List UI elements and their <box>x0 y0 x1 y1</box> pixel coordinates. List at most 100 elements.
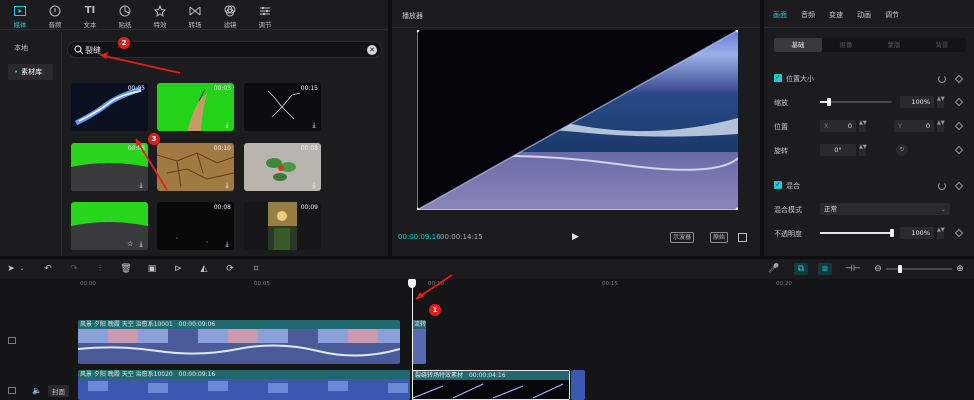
keyframe-icon[interactable] <box>954 228 964 238</box>
y-field[interactable]: Y 0 <box>894 120 934 132</box>
tab-effects[interactable]: 特效 <box>145 0 175 29</box>
tab-adjust-props[interactable]: 调节 <box>880 0 904 27</box>
x-spinner[interactable]: ▲▼ <box>859 120 867 132</box>
subtab-background[interactable]: 背景 <box>918 38 966 52</box>
playhead[interactable] <box>412 279 413 400</box>
rotate-spinner[interactable]: ▲▼ <box>859 144 867 156</box>
time-ruler[interactable]: 00:00 00:05 00:10 00:15 00:20 <box>74 279 974 291</box>
video-clip[interactable] <box>571 370 585 400</box>
crack-transition-clip[interactable]: 裂缝转场特效素材 00:00:04:16 <box>412 370 570 400</box>
blend-checkbox[interactable]: ✓ <box>774 181 782 189</box>
material-thumb[interactable]: 00:05 <box>71 83 148 131</box>
keyframe-icon[interactable] <box>954 181 964 191</box>
freeze-icon[interactable]: ▣ <box>146 263 158 275</box>
main-track-magnet-icon[interactable]: ⧉ <box>794 263 808 275</box>
main-video-clip[interactable]: 风景 夕阳 晚霞 天空 治愈系10020 00:00:09:16 <box>78 370 410 400</box>
scale-slider[interactable] <box>820 98 892 106</box>
opacity-value[interactable]: 100% <box>900 227 934 239</box>
material-thumb[interactable]: 00:08 ⤓ <box>71 143 148 191</box>
material-thumb[interactable]: 00:08 ⤓ <box>157 202 234 250</box>
download-icon[interactable]: ⤓ <box>310 121 318 129</box>
speaker-icon[interactable]: 🔈 <box>32 386 42 395</box>
auto-snap-icon[interactable]: ⧈ <box>818 263 832 275</box>
position-size-checkbox[interactable]: ✓ <box>774 74 782 82</box>
playhead-handle[interactable] <box>408 279 416 288</box>
material-thumb[interactable]: ☆ ⤓ <box>71 202 148 250</box>
reset-icon[interactable] <box>938 182 946 190</box>
redo-icon[interactable]: ↷ <box>68 263 80 275</box>
tab-adjust[interactable]: 调节 <box>250 0 280 29</box>
undo-icon[interactable]: ↶ <box>42 263 54 275</box>
tab-speed[interactable]: 变速 <box>824 0 848 27</box>
microphone-icon[interactable]: 🎤 <box>768 263 780 275</box>
scope-button[interactable]: 示波器 <box>670 232 695 243</box>
zoom-in-icon[interactable]: ⊕ <box>954 263 966 275</box>
download-icon[interactable]: ⤓ <box>310 181 318 189</box>
clear-search-icon[interactable]: ✕ <box>367 45 377 55</box>
link-icon[interactable]: ⊣⊢ <box>845 263 861 275</box>
play-icon[interactable]: ▶ <box>572 232 582 242</box>
scale-value[interactable]: 100% <box>900 96 934 108</box>
rotate-dial-icon[interactable]: ↻ <box>896 144 908 156</box>
fullscreen-icon[interactable] <box>738 233 747 242</box>
reverse-icon[interactable]: ⊳ <box>172 263 184 275</box>
y-spinner[interactable]: ▲▼ <box>937 120 945 132</box>
sidebar-item-library[interactable]: 素材库 <box>8 64 53 80</box>
download-icon[interactable]: ⤓ <box>223 181 231 189</box>
rotate-icon[interactable]: ⟳ <box>224 263 236 275</box>
subtab-keying[interactable]: 抠像 <box>822 38 870 52</box>
keyframe-icon[interactable] <box>954 121 964 131</box>
material-thumb[interactable]: 00:08 ⤓ <box>244 143 321 191</box>
x-field[interactable]: X 0 <box>820 120 856 132</box>
split-icon[interactable]: ⫶ <box>94 263 106 275</box>
blend-mode-select[interactable]: 正常 ⌄ <box>820 203 950 215</box>
zoom-out-icon[interactable]: ⊖ <box>872 263 884 275</box>
material-thumb[interactable]: 00:09 <box>244 202 321 250</box>
delete-icon[interactable]: 🗑 <box>120 263 132 275</box>
subtab-mask[interactable]: 蒙版 <box>870 38 918 52</box>
download-icon[interactable]: ⤓ <box>223 240 231 248</box>
keyframe-icon[interactable] <box>954 74 964 84</box>
tab-transition[interactable]: 转场 <box>180 0 210 29</box>
scale-spinner[interactable]: ▲▼ <box>937 96 945 108</box>
download-icon[interactable]: ⤓ <box>223 121 231 129</box>
crop-icon[interactable]: ⌗ <box>250 263 262 275</box>
opacity-slider-knob[interactable] <box>890 229 894 237</box>
tab-sticker[interactable]: 贴纸 <box>110 0 140 29</box>
clip-title: 流转 <box>414 321 426 328</box>
keyframe-icon[interactable] <box>954 145 964 155</box>
material-thumb[interactable]: 00:15 ⤓ <box>244 83 321 131</box>
tab-audio[interactable]: 音频 <box>40 0 70 29</box>
zoom-slider-knob[interactable] <box>898 265 902 273</box>
tab-audio-props[interactable]: 音频 <box>796 0 820 27</box>
cover-button[interactable]: 封面 <box>48 385 69 397</box>
search-bar[interactable]: 裂缝 ✕ <box>67 41 382 58</box>
keyframe-icon[interactable] <box>954 97 964 107</box>
opacity-spinner[interactable]: ▲▼ <box>937 227 945 239</box>
material-thumb[interactable]: 00:03 ⤓ <box>157 83 234 131</box>
rotate-value[interactable]: 0° <box>820 144 856 156</box>
search-input[interactable]: 裂缝 <box>85 45 101 56</box>
transition-clip[interactable]: 流转 <box>412 320 426 364</box>
favorite-star-icon[interactable]: ☆ <box>127 240 135 248</box>
annotation-badge: 3 <box>148 133 160 145</box>
tab-picture[interactable]: 画面 <box>768 0 792 27</box>
sidebar-item-local[interactable]: 本地 <box>8 40 53 56</box>
tab-animation[interactable]: 动画 <box>852 0 876 27</box>
zoom-slider[interactable] <box>886 265 952 273</box>
mirror-icon[interactable]: ◭ <box>198 263 210 275</box>
download-icon[interactable]: ⤓ <box>137 240 145 248</box>
tab-media[interactable]: 媒体 <box>5 0 35 29</box>
original-ratio-button[interactable]: 原始 <box>710 232 729 243</box>
chevron-down-icon[interactable]: ⌄ <box>16 263 28 275</box>
material-thumb[interactable]: 00:10 ⤓ <box>157 143 234 191</box>
scale-slider-knob[interactable] <box>827 98 831 106</box>
download-icon[interactable]: ⤓ <box>137 181 145 189</box>
reset-icon[interactable] <box>938 75 946 83</box>
video-preview[interactable] <box>417 30 738 210</box>
opacity-slider[interactable] <box>820 229 894 237</box>
subtab-basic[interactable]: 基础 <box>774 38 822 52</box>
tab-text[interactable]: TI 文本 <box>75 0 105 29</box>
video-clip[interactable]: 风景 夕阳 晚霞 天空 治愈系10001 00:00:09:06 <box>78 320 400 364</box>
tab-filter[interactable]: 滤镜 <box>215 0 245 29</box>
